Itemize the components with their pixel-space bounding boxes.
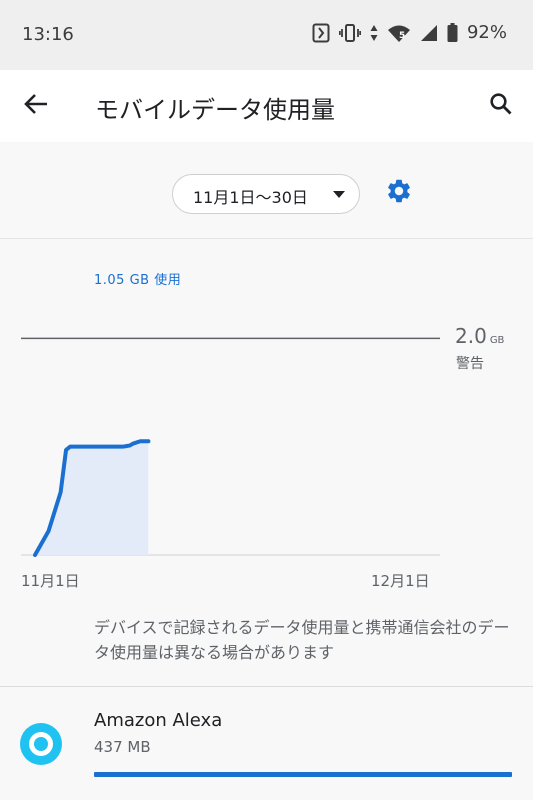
warning-amount: 2.0 [455, 324, 487, 348]
search-button[interactable] [483, 88, 519, 124]
cellular-signal-icon [420, 24, 438, 42]
vibrate-icon [338, 23, 361, 42]
warning-unit: GB [489, 335, 505, 346]
battery-icon [447, 23, 458, 42]
alexa-icon-core [34, 737, 48, 751]
usage-disclaimer: デバイスで記録されるデータ使用量と携帯通信会社のデータ使用量は異なる場合がありま… [94, 618, 510, 662]
app-usage-bar [94, 772, 512, 777]
page-title: モバイルデータ使用量 [95, 96, 335, 124]
app-usage-row[interactable]: Amazon Alexa 437 MB [0, 687, 533, 800]
battery-percent: 92% [466, 22, 507, 43]
data-transfer-icon [370, 24, 378, 42]
status-icons: 5 92% [312, 22, 507, 43]
usage-total: 1.05 GB 使用 [94, 273, 182, 288]
status-time: 13:16 [22, 24, 74, 45]
period-settings-button[interactable] [382, 176, 416, 210]
app-bar: モバイルデータ使用量 [0, 70, 533, 142]
app-name: Amazon Alexa [94, 710, 223, 731]
nfc-icon [312, 23, 330, 43]
app-usage: 437 MB [94, 738, 151, 756]
period-dropdown[interactable]: 11月1日〜30日 [172, 174, 360, 214]
x-axis-end-label: 12月1日 [371, 572, 430, 590]
wifi-icon: 5 [387, 24, 411, 42]
warning-value: 2.0 GB [455, 324, 504, 348]
period-section: 11月1日〜30日 [0, 142, 533, 239]
alexa-icon [20, 723, 62, 765]
arrow-back-icon [23, 93, 49, 119]
usage-area [35, 441, 149, 555]
caret-down-icon [333, 191, 345, 198]
alexa-icon-ring [29, 732, 53, 756]
back-button[interactable] [18, 88, 54, 124]
status-bar: 13:16 5 92% [0, 0, 533, 70]
network-badge: 5 [398, 30, 406, 41]
x-axis-start-label: 11月1日 [21, 572, 80, 590]
period-label: 11月1日〜30日 [193, 188, 308, 207]
usage-chart [21, 337, 440, 557]
gear-icon [385, 177, 413, 209]
search-icon [489, 92, 513, 120]
warning-label: 警告 [456, 356, 484, 372]
